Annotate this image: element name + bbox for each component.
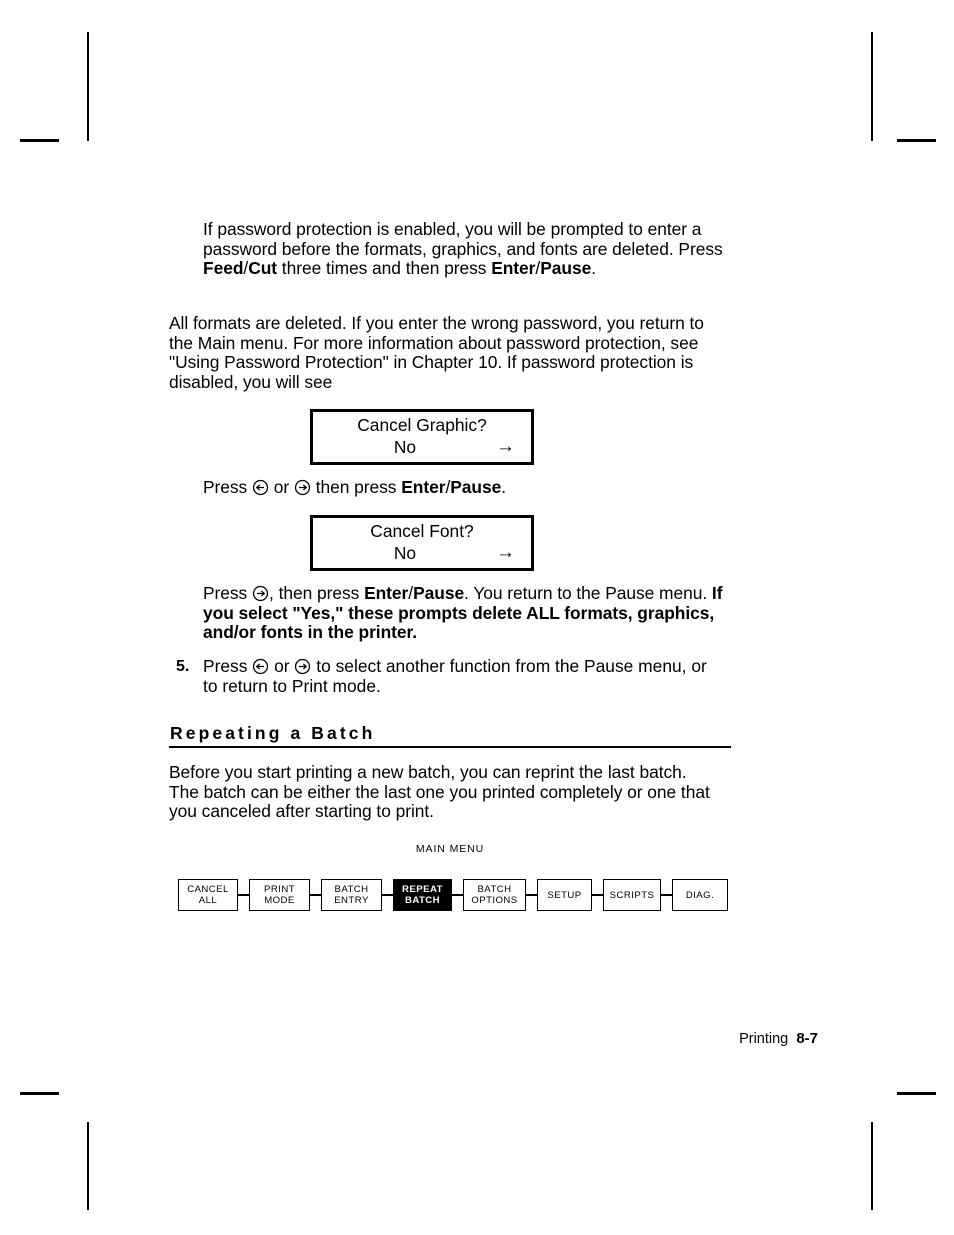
lcd-prompt-text: Cancel Font? (370, 521, 474, 541)
keycap-enter: Enter (364, 583, 409, 603)
lcd-display-cancel-font: Cancel Font? No → (310, 515, 534, 571)
keycap-cut: Cut (248, 258, 278, 279)
lcd-display-cancel-graphic: Cancel Graphic? No → (310, 409, 534, 465)
crop-mark-left-top (87, 32, 89, 141)
text-segment: Press (203, 656, 253, 676)
menu-connector (661, 894, 672, 896)
keycap-pause: Pause (540, 258, 592, 279)
menu-item-cancel-all[interactable]: CANCEL ALL (178, 879, 238, 911)
arrow-right-circle-icon (252, 585, 269, 602)
crop-mark-left-bottom (87, 1122, 89, 1210)
menu-connector (238, 894, 249, 896)
section-title: Repeating a Batch (170, 723, 376, 743)
menu-item-batch-options[interactable]: BATCH OPTIONS (463, 879, 526, 911)
lcd-value-row: No → (313, 436, 531, 458)
text-segment: Press (203, 583, 252, 603)
main-menu-row: CANCEL ALL PRINT MODE BATCH ENTRY REPEAT… (178, 879, 728, 911)
text-segment: . You return to the Pause menu. (464, 583, 712, 603)
menu-connector (452, 894, 463, 896)
lcd-value-row: No → (313, 542, 531, 564)
menu-item-setup[interactable]: SETUP (537, 879, 592, 911)
trim-mark-top-right (897, 139, 936, 142)
menu-item-print-mode[interactable]: PRINT MODE (249, 879, 310, 911)
text-segment: , then press (269, 583, 365, 603)
arrow-left-circle-icon (253, 658, 269, 675)
arrow-right-circle-icon (295, 658, 311, 675)
crop-mark-right-top (871, 32, 873, 141)
menu-item-scripts[interactable]: SCRIPTS (603, 879, 661, 911)
menu-connector (382, 894, 393, 896)
keycap-enter: Enter (491, 258, 536, 279)
main-menu-diagram: MAIN MENU CANCEL ALL PRINT MODE BATCH EN… (178, 843, 728, 911)
keycap-pause: Pause (450, 477, 502, 497)
menu-connector (310, 894, 321, 896)
menu-connector (592, 894, 603, 896)
section-heading-repeating-a-batch: Repeating a Batch (169, 722, 731, 748)
text-segment: or (269, 656, 295, 676)
text-segment: then press (310, 477, 402, 497)
trim-mark-top-left (20, 139, 59, 142)
text-segment: . (501, 477, 507, 497)
menu-connector (526, 894, 537, 896)
text-segment: . (591, 258, 596, 279)
keycap-feed: Feed (203, 258, 244, 279)
menu-item-diag[interactable]: DIAG. (672, 879, 728, 911)
paragraph-press-right-warning: Press , then press Enter/Pause. You retu… (203, 583, 723, 643)
document-page: If password protection is enabled, you w… (0, 0, 954, 1235)
main-menu-caption: MAIN MENU (415, 843, 485, 855)
text-segment: three times and then press (277, 258, 492, 279)
footer-section-label: Printing (739, 1031, 789, 1047)
keycap-pause: Pause (413, 583, 465, 603)
arrow-right-icon: → (496, 436, 515, 457)
text-segment: or (269, 477, 294, 497)
paragraph-repeating-a-batch: Before you start printing a new batch, y… (169, 762, 710, 822)
paragraph-all-formats-deleted: All formats are deleted. If you enter th… (169, 313, 704, 392)
list-item-text: Press or to select another function from… (176, 656, 726, 696)
list-item-step-5: 5. Press or to select another function f… (176, 656, 726, 696)
arrow-left-circle-icon (252, 479, 269, 496)
menu-item-batch-entry[interactable]: BATCH ENTRY (321, 879, 382, 911)
menu-item-repeat-batch[interactable]: REPEAT BATCH (393, 879, 452, 911)
trim-mark-bottom-right (897, 1092, 936, 1095)
crop-mark-right-bottom (871, 1122, 873, 1210)
list-item-number: 5. (176, 658, 190, 675)
section-rule (169, 746, 731, 748)
text-segment: If password protection is enabled, you w… (203, 219, 723, 259)
lcd-prompt-text: Cancel Graphic? (357, 415, 487, 435)
text-segment: Press (203, 477, 252, 497)
trim-mark-bottom-left (20, 1092, 59, 1095)
keycap-enter: Enter (401, 477, 446, 497)
arrow-right-circle-icon (294, 479, 311, 496)
arrow-right-icon: → (496, 542, 515, 563)
paragraph-password-prompt: If password protection is enabled, you w… (203, 219, 723, 279)
paragraph-press-left-or-right: Press or then press Enter/Pause. (203, 477, 723, 498)
page-footer: Printing 8-7 (0, 1030, 818, 1048)
footer-page-number: 8-7 (796, 1030, 818, 1047)
